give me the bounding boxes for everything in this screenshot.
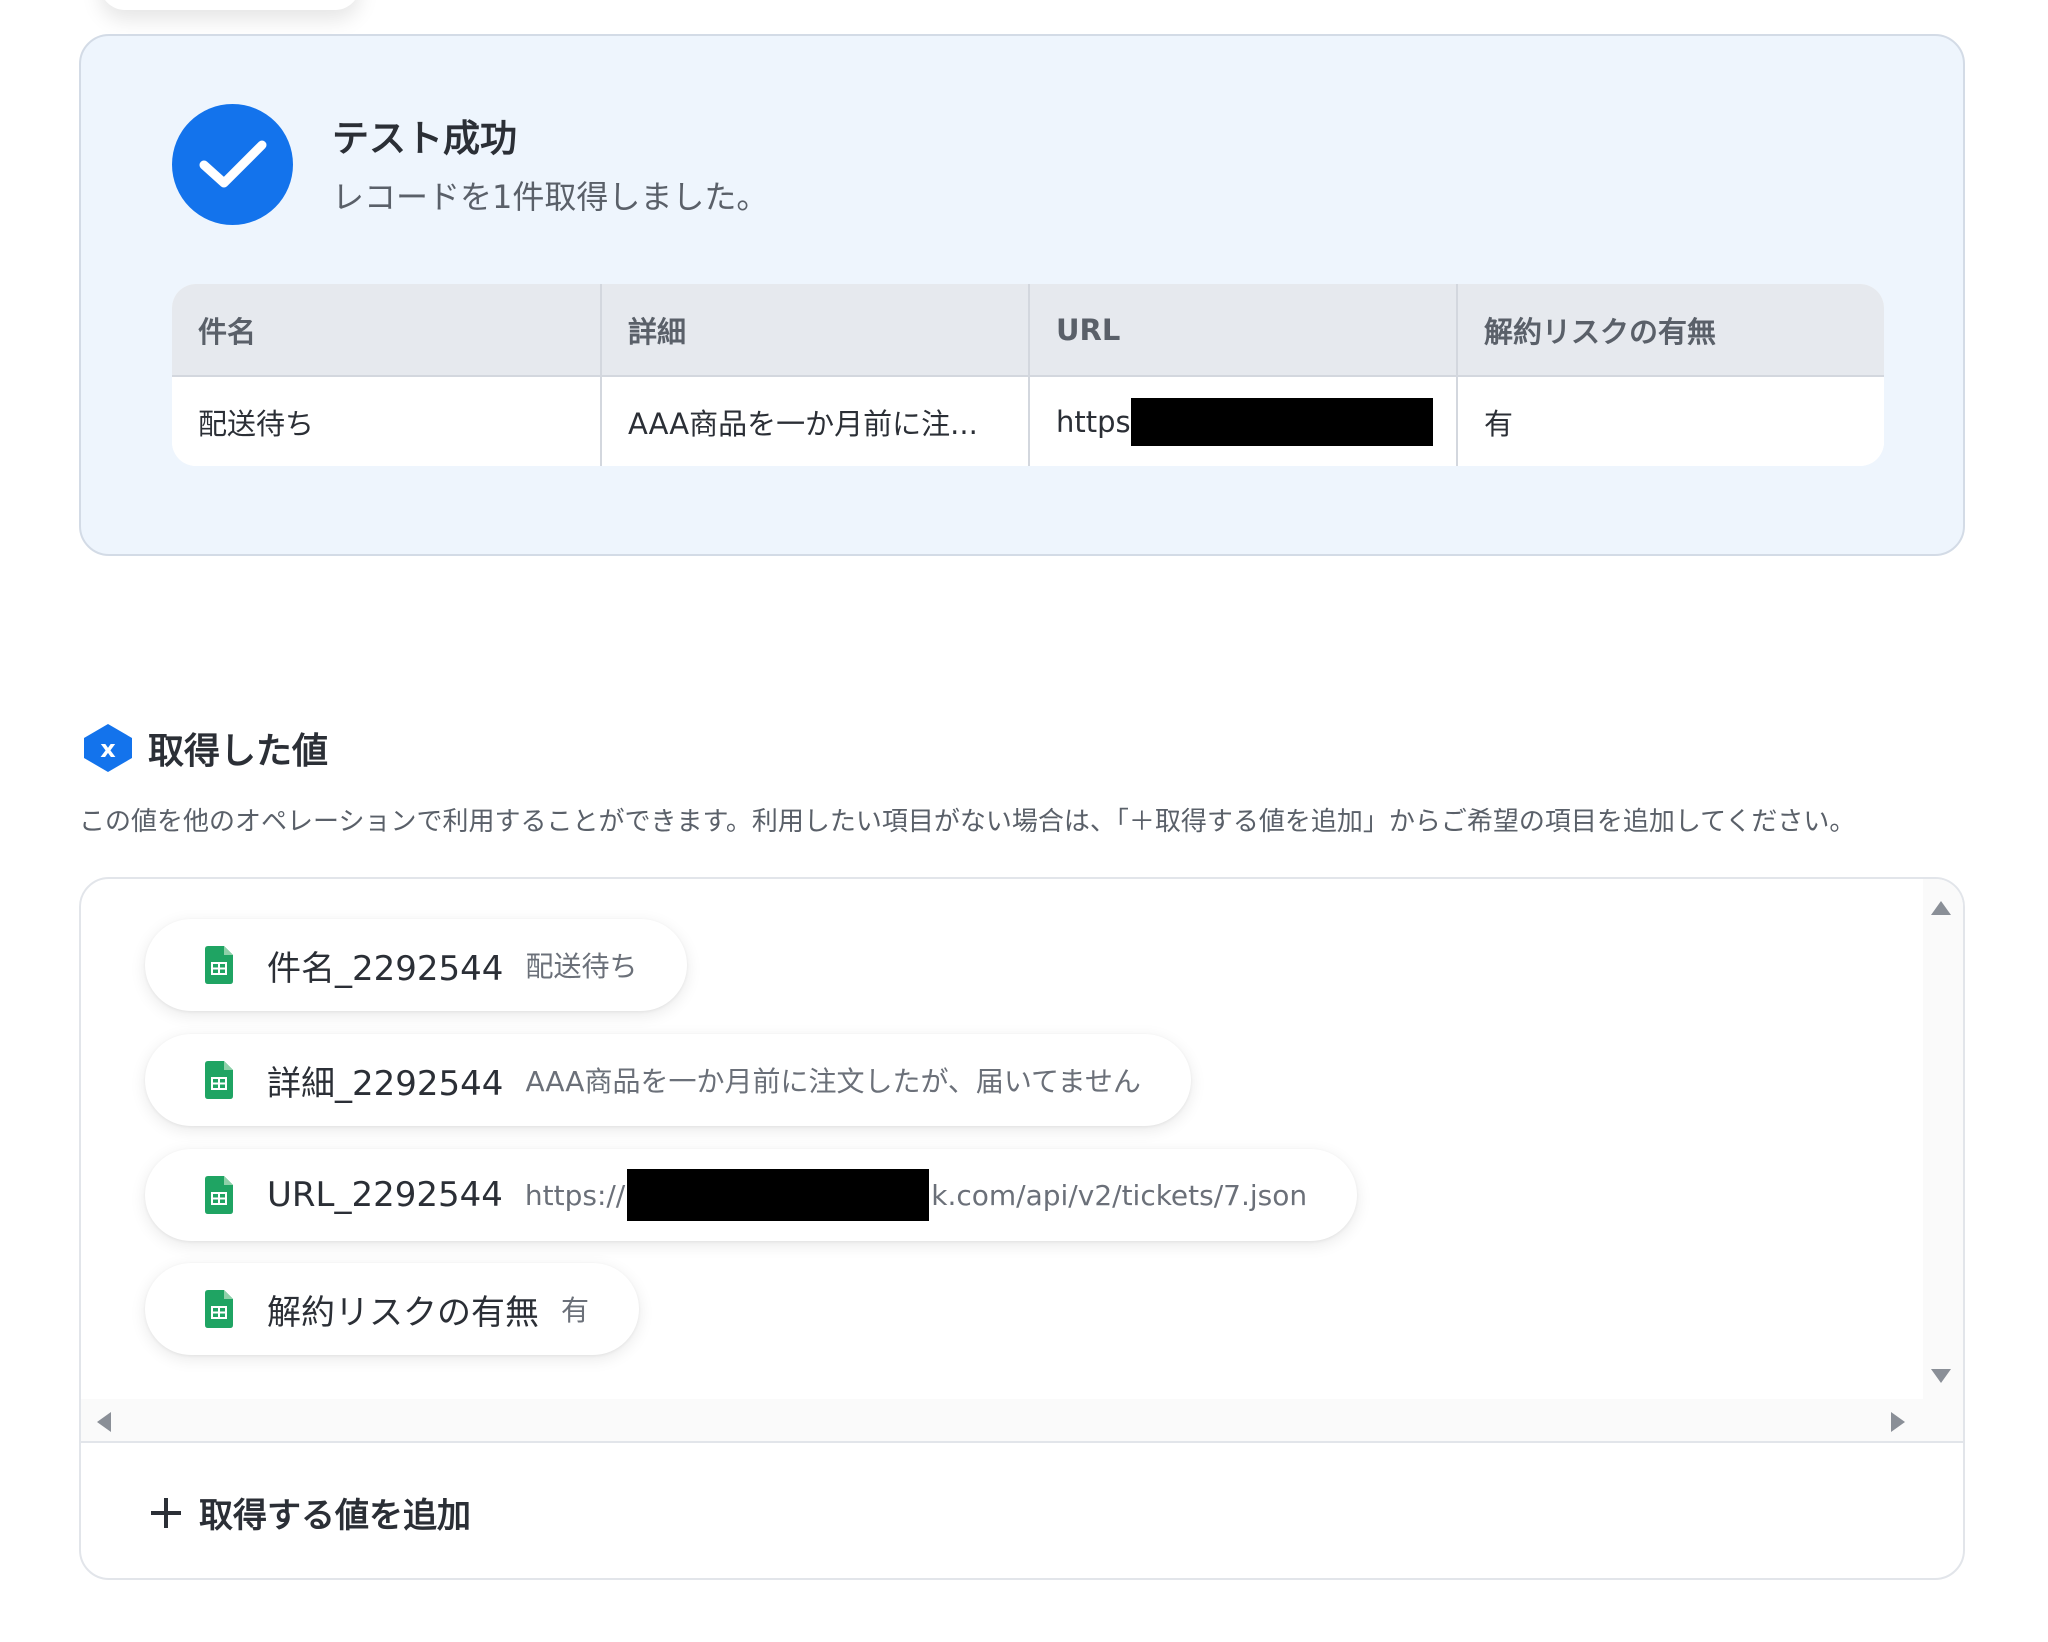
values-title: 取得した値 (148, 731, 329, 772)
spreadsheet-icon (205, 1290, 233, 1328)
variable-icon: x (84, 724, 132, 772)
chip-value: 配送待ち (525, 950, 638, 983)
chip-label: URL_2292544 (267, 1175, 503, 1215)
add-value-button[interactable]: 取得する値を追加 (81, 1441, 1963, 1578)
value-chip[interactable]: URL_2292544 https:// k.com/api/v2/tickets… (145, 1149, 1358, 1241)
url-text: https (1056, 404, 1131, 439)
chip-label: 解約リスクの有無 (267, 1292, 539, 1333)
success-subtitle: レコードを1件取得しました。 (332, 178, 769, 216)
url-prefix: https:// (524, 1178, 626, 1212)
vertical-scrollbar[interactable] (1923, 879, 1963, 1399)
plus-icon (151, 1497, 181, 1528)
redaction-bar (627, 1169, 930, 1221)
table-header: 件名 詳細 URL 解約リスクの有無 (172, 284, 1884, 375)
chip-value: 有 (561, 1294, 590, 1327)
chip-label: 詳細_2292544 (267, 1063, 504, 1104)
column-header: URL (1028, 284, 1456, 375)
add-value-label: 取得する値を追加 (199, 1496, 471, 1536)
table-cell: 配送待ち (198, 406, 315, 441)
scroll-left-icon[interactable] (97, 1412, 111, 1432)
top-card-shadow (100, 0, 360, 10)
values-list: 件名_2292544 配送待ち 詳細_2292544 AAA商品を一か月前に注文… (81, 879, 1925, 1399)
spreadsheet-icon (205, 1176, 233, 1214)
spreadsheet-icon (205, 946, 233, 984)
table-cell: AAA商品を一か月前に注... (600, 377, 1028, 466)
table-row: 配送待ち AAA商品を一か月前に注... https 有 (172, 375, 1884, 466)
values-description: この値を他のオペレーションで利用することができます。利用したい項目がない場合は、… (79, 807, 1856, 837)
column-header: 詳細 (600, 284, 1028, 375)
value-chip[interactable]: 解約リスクの有無 有 (145, 1263, 640, 1355)
svg-text:x: x (100, 735, 116, 763)
scroll-down-icon[interactable] (1931, 1369, 1951, 1383)
table-cell-url: https (1028, 377, 1456, 466)
column-header: 解約リスクの有無 (1456, 284, 1884, 375)
url-suffix: k.com/api/v2/tickets/7.json (931, 1178, 1308, 1212)
test-success-card: テスト成功 レコードを1件取得しました。 件名 詳細 URL 解約リスクの有無 … (79, 34, 1965, 556)
scroll-right-icon[interactable] (1891, 1412, 1905, 1432)
check-icon (172, 104, 293, 225)
column-header: 件名 (198, 314, 257, 349)
table-cell: 有 (1456, 377, 1884, 466)
values-panel: 件名_2292544 配送待ち 詳細_2292544 AAA商品を一か月前に注文… (79, 877, 1965, 1580)
success-title: テスト成功 (332, 117, 517, 160)
chip-value: AAA商品を一か月前に注文したが、届いてません (525, 1065, 1141, 1098)
scroll-up-icon[interactable] (1931, 901, 1951, 915)
redaction-bar (1130, 397, 1433, 446)
chip-value-url: https:// k.com/api/v2/tickets/7.json (525, 1169, 1307, 1221)
value-chip[interactable]: 件名_2292544 配送待ち (145, 919, 688, 1011)
value-chip[interactable]: 詳細_2292544 AAA商品を一か月前に注文したが、届いてません (145, 1034, 1191, 1126)
chip-label: 件名_2292544 (267, 948, 504, 989)
result-table: 件名 詳細 URL 解約リスクの有無 配送待ち AAA商品を一か月前に注... … (172, 284, 1884, 466)
horizontal-scrollbar[interactable] (81, 1399, 1963, 1441)
values-section-header: x 取得した値 (82, 722, 328, 774)
spreadsheet-icon (205, 1061, 233, 1099)
